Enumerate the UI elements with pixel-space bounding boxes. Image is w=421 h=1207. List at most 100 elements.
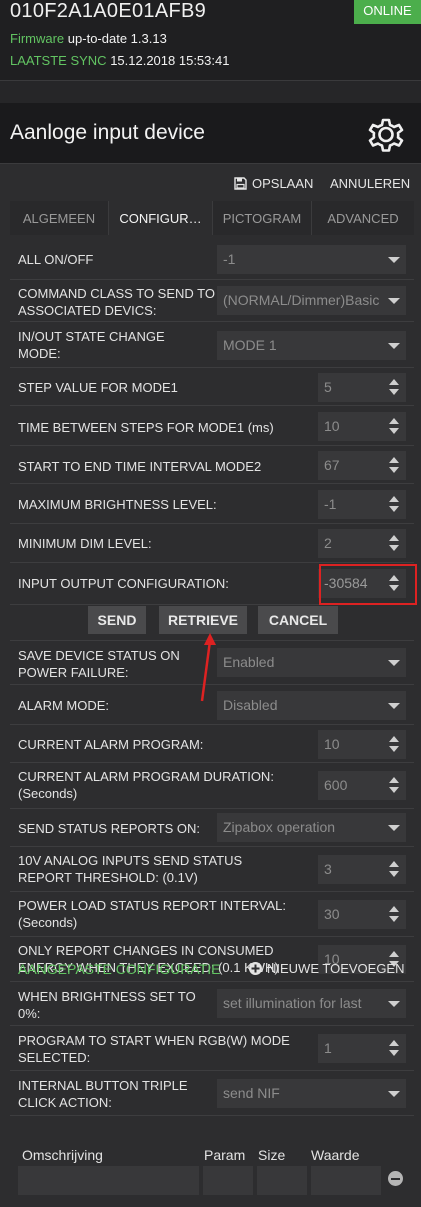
retrieve-button[interactable]: RETRIEVE (159, 606, 247, 634)
action-bar: OPSLAAN ANNULEREN (0, 165, 421, 201)
param-label: ALL ON/OFF (18, 252, 94, 267)
param-unit: (ms) (247, 420, 274, 435)
param-label: CURRENT ALARM PROGRAM: (18, 737, 204, 752)
caret-down-icon (388, 257, 400, 263)
param-number-input[interactable]: -1 (318, 490, 406, 519)
param-label: MINIMUM DIM LEVEL: (18, 536, 152, 551)
param-number-input[interactable]: 30 (318, 900, 406, 929)
spinner-icon[interactable] (388, 906, 400, 924)
param-row: CURRENT ALARM PROGRAM: 10 (10, 725, 414, 763)
tab-pictogram[interactable]: PICTOGRAM (213, 201, 312, 235)
param-label: INPUT OUTPUT CONFIGURATION: (18, 576, 229, 591)
tab-algemeen[interactable]: ALGEMEEN (10, 201, 109, 235)
param-unit: (Seconds) (18, 915, 78, 930)
device-header: 010F2A1A0E01AFB9 ONLINE Firmware up-to-d… (0, 0, 421, 80)
firmware-line: Firmware up-to-date 1.3.13 (10, 31, 167, 46)
omschrijving-input[interactable] (18, 1166, 199, 1195)
number-value: 10 (324, 418, 340, 434)
number-value: -1 (324, 496, 337, 512)
gear-icon[interactable] (364, 112, 408, 156)
param-row: IN/OUT STATE CHANGE MODE: MODE 1 (10, 322, 414, 368)
floppy-icon (234, 177, 247, 190)
param-select[interactable]: (NORMAL/Dimmer)Basic (217, 286, 406, 315)
select-value: set illumination for last (223, 995, 362, 1011)
device-id: 010F2A1A0E01AFB9 (10, 0, 207, 22)
param-input[interactable] (203, 1166, 253, 1195)
sync-line: LAATSTE SYNC 15.12.2018 15:53:41 (10, 53, 229, 68)
page-header: Aanloge input device (0, 103, 421, 164)
param-number-input[interactable]: 10 (318, 730, 406, 759)
param-number-input[interactable]: 600 (318, 771, 406, 800)
column-header-param: Param (204, 1147, 246, 1163)
spinner-icon[interactable] (388, 418, 400, 436)
param-label: IN/OUT STATE CHANGE MODE: (18, 329, 165, 361)
remove-row-icon[interactable] (388, 1171, 403, 1186)
number-value: 1 (324, 1040, 332, 1056)
param-label: SEND STATUS REPORTS ON: (18, 821, 201, 836)
spinner-icon[interactable] (388, 861, 400, 879)
param-label: START TO END TIME INTERVAL MODE2 (18, 459, 262, 474)
param-number-input[interactable]: 2 (318, 529, 406, 558)
size-input[interactable] (257, 1166, 307, 1195)
param-row: COMMAND CLASS TO SEND TO ASSOCIATED DEVI… (10, 280, 414, 322)
spinner-icon[interactable] (388, 736, 400, 754)
param-number-input[interactable]: 3 (318, 855, 406, 884)
param-label: POWER LOAD STATUS REPORT INTERVAL: (Secon… (18, 897, 318, 931)
param-row: PROGRAM TO START WHEN RGB(W) MODE SELECT… (10, 1026, 414, 1071)
param-select[interactable]: MODE 1 (217, 331, 406, 360)
select-value: (NORMAL/Dimmer)Basic (223, 292, 380, 308)
column-header-size: Size (258, 1147, 286, 1163)
param-label: STEP VALUE FOR MODE1 (18, 380, 178, 395)
status-badge: ONLINE (354, 0, 421, 24)
spinner-icon[interactable] (388, 457, 400, 475)
caret-down-icon (388, 825, 400, 831)
select-value: Disabled (223, 697, 278, 713)
plus-circle-icon (249, 962, 262, 975)
param-label: PROGRAM TO START WHEN RGB(W) MODE SELECT… (18, 1033, 290, 1065)
add-new-label: NIEUWE TOEVOEGEN (267, 961, 405, 976)
param-select[interactable]: Zipabox operation (217, 813, 406, 842)
param-number-input[interactable]: 1 (318, 1034, 406, 1063)
param-select[interactable]: -1 (217, 245, 406, 274)
param-label-text: TIME BETWEEN STEPS FOR MODE1 (18, 420, 245, 435)
spinner-icon[interactable] (388, 535, 400, 553)
param-number-input[interactable]: 5 (318, 373, 406, 402)
param-row: 10V ANALOG INPUTS SEND STATUS REPORT THR… (10, 847, 414, 892)
tab-advanced[interactable]: ADVANCED (312, 201, 414, 235)
cancel-link[interactable]: ANNULEREN (330, 176, 410, 191)
cancel-button[interactable]: CANCEL (258, 606, 338, 634)
param-select[interactable]: set illumination for last (217, 989, 406, 1018)
caret-down-icon (388, 660, 400, 666)
param-select[interactable]: Disabled (217, 691, 406, 720)
param-row: WHEN BRIGHTNESS SET TO 0%: set illuminat… (10, 982, 414, 1026)
waarde-input[interactable] (311, 1166, 381, 1195)
number-value: 30 (324, 906, 340, 922)
send-button[interactable]: SEND (88, 606, 146, 634)
add-new-button[interactable]: NIEUWE TOEVOEGEN (249, 961, 405, 976)
param-label: TIME BETWEEN STEPS FOR MODE1 (ms) (18, 419, 274, 436)
select-value: -1 (223, 251, 236, 267)
select-value: MODE 1 (223, 337, 277, 353)
firmware-value: up-to-date 1.3.13 (67, 31, 167, 46)
param-label: 10V ANALOG INPUTS SEND STATUS REPORT THR… (18, 853, 243, 885)
param-label: COMMAND CLASS TO SEND TO ASSOCIATED DEVI… (18, 286, 215, 318)
caret-down-icon (388, 343, 400, 349)
sync-label: LAATSTE SYNC (10, 53, 107, 68)
tab-configuratie[interactable]: CONFIGUR… (109, 201, 213, 235)
save-button[interactable]: OPSLAAN (234, 176, 313, 191)
param-row: START TO END TIME INTERVAL MODE2 67 (10, 446, 414, 484)
param-select[interactable]: send NIF (217, 1079, 406, 1108)
param-select[interactable]: Enabled (217, 648, 406, 677)
spinner-icon[interactable] (388, 777, 400, 795)
spinner-icon[interactable] (388, 1040, 400, 1058)
param-number-input[interactable]: 10 (318, 412, 406, 441)
sync-value: 15.12.2018 15:53:41 (110, 53, 230, 68)
caret-down-icon (388, 703, 400, 709)
spinner-icon[interactable] (388, 379, 400, 397)
param-label: ALARM MODE: (18, 698, 110, 713)
param-row: POWER LOAD STATUS REPORT INTERVAL: (Secon… (10, 892, 414, 937)
number-value: 600 (324, 777, 348, 793)
spinner-icon[interactable] (388, 496, 400, 514)
param-label: SAVE DEVICE STATUS ON POWER FAILURE: (18, 648, 180, 680)
param-number-input[interactable]: 67 (318, 451, 406, 480)
